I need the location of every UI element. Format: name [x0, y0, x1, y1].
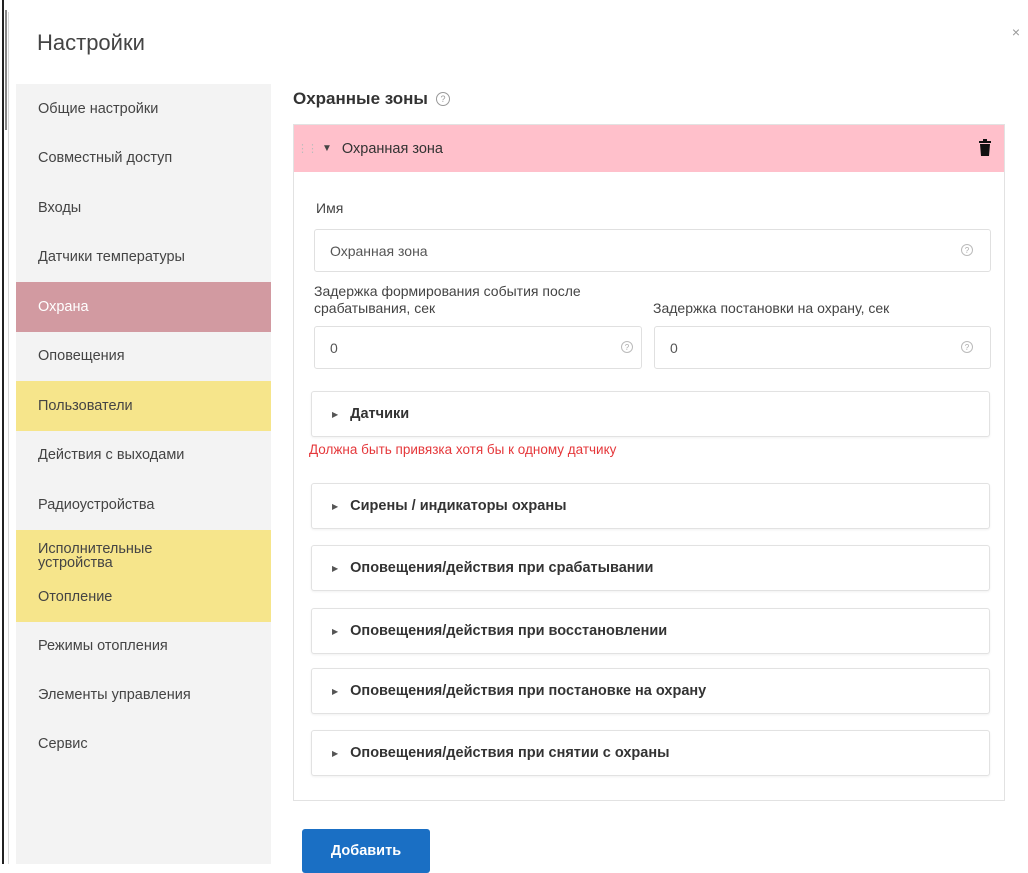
trash-icon[interactable]	[978, 139, 992, 156]
delay-event-help-icon[interactable]: ?	[621, 341, 633, 353]
caret-down-icon: ▼	[322, 143, 332, 154]
name-field[interactable]	[314, 229, 991, 272]
caret-right-icon: ▶	[332, 409, 339, 419]
sidebar-item-users[interactable]: Пользователи	[16, 381, 271, 431]
section-label: Оповещения/действия при восстановлении	[350, 623, 668, 639]
page-title: Охранные зоны ?	[293, 89, 1005, 109]
caret-right-icon: ▶	[332, 748, 339, 758]
section-label: Оповещения/действия при снятии с охраны	[350, 745, 670, 761]
section-label: Сирены / индикаторы охраны	[350, 498, 567, 514]
caret-right-icon: ▶	[332, 626, 339, 636]
on-restore-section[interactable]: ▶ Оповещения/действия при восстановлении	[311, 608, 990, 654]
zone-header-title: Охранная зона	[341, 140, 443, 157]
drag-handle-icon[interactable]: ⋮⋮	[297, 142, 318, 155]
sirens-section[interactable]: ▶ Сирены / индикаторы охраны	[311, 483, 990, 529]
on-arm-section[interactable]: ▶ Оповещения/действия при постановке на …	[311, 668, 990, 714]
name-help-icon[interactable]: ?	[961, 244, 973, 256]
section-label: Датчики	[350, 406, 410, 422]
sidebar-item-notifications[interactable]: Оповещения	[16, 332, 271, 382]
zone-header[interactable]: ⋮⋮ ▼ Охранная зона	[294, 125, 1004, 172]
delay-event-label: Задержка формирования события после сраб…	[314, 283, 581, 316]
security-zone-panel: ⋮⋮ ▼ Охранная зона Имя ? Задержка формир…	[293, 124, 1005, 801]
sensors-error-message: Должна быть привязка хотя бы к одному да…	[309, 442, 617, 457]
sensors-section[interactable]: ▶ Датчики	[311, 391, 990, 437]
help-icon[interactable]: ?	[435, 92, 450, 106]
sidebar-item-actuators[interactable]: Исполнительные устройства	[16, 529, 271, 578]
add-button[interactable]: Добавить	[302, 829, 430, 873]
sidebar-item-general[interactable]: Общие настройки	[16, 84, 271, 134]
sidebar-item-security[interactable]: Охрана	[16, 282, 271, 332]
settings-dialog: Настройки × Общие настройки Совместный д…	[8, 12, 1022, 873]
section-title-text: Охранные зоны	[293, 89, 428, 108]
close-icon[interactable]: ×	[1012, 24, 1020, 40]
sidebar-item-service[interactable]: Сервис	[16, 720, 271, 769]
caret-right-icon: ▶	[332, 501, 339, 511]
caret-right-icon: ▶	[332, 686, 339, 696]
sidebar-item-heating[interactable]: Отопление	[16, 577, 271, 622]
dialog-title: Настройки	[37, 30, 145, 55]
section-label: Оповещения/действия при срабатывании	[350, 560, 654, 576]
delay-event-field[interactable]	[314, 326, 642, 369]
sidebar-item-output-actions[interactable]: Действия с выходами	[16, 431, 271, 481]
sidebar: Общие настройки Совместный доступ Входы …	[16, 84, 271, 864]
delay-arm-label: Задержка постановки на охрану, сек	[653, 300, 890, 316]
section-label: Оповещения/действия при постановке на ох…	[350, 683, 707, 699]
on-trigger-section[interactable]: ▶ Оповещения/действия при срабатывании	[311, 545, 990, 591]
sidebar-item-radio-devices[interactable]: Радиоустройства	[16, 480, 271, 530]
sidebar-item-heating-modes[interactable]: Режимы отопления	[16, 622, 271, 671]
name-label: Имя	[316, 200, 344, 216]
delay-arm-help-icon[interactable]: ?	[961, 341, 973, 353]
delay-arm-field[interactable]	[654, 326, 991, 369]
sidebar-item-sharing[interactable]: Совместный доступ	[16, 134, 271, 184]
sidebar-item-temperature-sensors[interactable]: Датчики температуры	[16, 233, 271, 283]
sidebar-item-inputs[interactable]: Входы	[16, 183, 271, 233]
caret-right-icon: ▶	[332, 563, 339, 573]
sidebar-item-controls[interactable]: Элементы управления	[16, 671, 271, 720]
main-content: Охранные зоны ? ⋮⋮ ▼ Охранная зона Имя ?…	[293, 84, 1005, 873]
window-edge	[0, 0, 7, 864]
on-disarm-section[interactable]: ▶ Оповещения/действия при снятии с охран…	[311, 730, 990, 776]
